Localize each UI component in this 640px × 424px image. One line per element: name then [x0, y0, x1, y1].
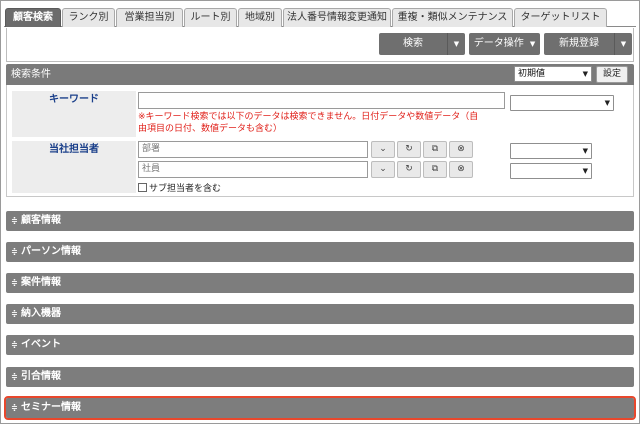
expand-icon: ≑	[11, 309, 18, 318]
keyword-warning-line1: ※キーワード検索では以下のデータは検索できません。日付データや数値データ（自	[138, 112, 479, 122]
refresh-icon: ↻	[405, 164, 413, 174]
checkbox-box[interactable]	[138, 183, 147, 192]
section-label: 案件情報	[21, 277, 61, 288]
expand-icon: ≑	[11, 278, 18, 287]
preset-select-value: 初期値	[518, 69, 546, 79]
section-installed-equipment[interactable]: ≑ 納入機器	[6, 304, 634, 324]
search-conditions-body: キーワード ※キーワード検索では以下のデータは検索できません。日付データや数値デ…	[6, 85, 634, 197]
data-ops-label: データ操作	[473, 38, 524, 49]
keyword-label: キーワード	[12, 91, 136, 137]
staff-reset-button[interactable]: ↻	[397, 161, 421, 178]
tab-corp-number-notice[interactable]: 法人番号情報変更通知	[283, 8, 391, 27]
keyword-mode-select[interactable]: ▼	[510, 95, 614, 111]
search-conditions-header: 検索条件 初期値 ▼ 設定	[6, 64, 634, 85]
search-button[interactable]: 検索 ▼	[379, 33, 465, 55]
section-label: 納入機器	[21, 308, 61, 319]
chevron-down-icon[interactable]: ▼	[447, 33, 465, 55]
tab-rank[interactable]: ランク別	[62, 8, 115, 27]
section-customer-info[interactable]: ≑ 顧客情報	[6, 211, 634, 231]
search-conditions-title: 検索条件	[11, 69, 51, 80]
chevron-down-icon[interactable]: ▼	[614, 33, 632, 55]
tab-duplicate-maintenance[interactable]: 重複・類似メンテナンス	[392, 8, 513, 27]
staff-mode-select[interactable]: ▼	[510, 163, 592, 179]
clear-icon: ⊗	[457, 164, 465, 174]
section-label: セミナー情報	[21, 402, 81, 413]
expand-icon: ≑	[11, 403, 18, 412]
expand-icon: ≑	[11, 216, 18, 225]
section-deal-info[interactable]: ≑ 案件情報	[6, 273, 634, 293]
new-register-label: 新規登録	[559, 38, 599, 49]
section-seminar-info[interactable]: ≑ セミナー情報	[4, 396, 636, 420]
refresh-icon: ↻	[405, 144, 413, 154]
expand-icon: ≑	[11, 372, 18, 381]
staff-clear-button[interactable]: ⊗	[449, 161, 473, 178]
tab-route[interactable]: ルート別	[184, 8, 237, 27]
search-button-label: 検索	[403, 38, 423, 49]
section-inquiry-info[interactable]: ≑ 引合情報	[6, 367, 634, 387]
toolbar: 検索 ▼ データ操作 ▼ 新規登録 ▼	[6, 28, 634, 62]
section-label: 顧客情報	[21, 215, 61, 226]
tab-customer-search[interactable]: 顧客検索	[5, 8, 61, 27]
expand-icon: ≑	[11, 247, 18, 256]
dept-reset-button[interactable]: ↻	[397, 141, 421, 158]
tab-target-list[interactable]: ターゲットリスト	[514, 8, 607, 27]
section-event[interactable]: ≑ イベント	[6, 335, 634, 355]
chevron-down-icon: ▼	[582, 70, 588, 78]
sub-owner-checkbox-label: サブ担当者を含む	[149, 184, 222, 194]
dept-dropdown-button[interactable]: ⌄	[371, 141, 395, 158]
staff-copy-button[interactable]: ⧉	[423, 161, 447, 178]
expand-icon: ≑	[11, 340, 18, 349]
copy-icon: ⧉	[431, 164, 439, 174]
tab-sales-rep[interactable]: 営業担当別	[116, 8, 183, 27]
sub-owner-checkbox[interactable]: サブ担当者を含む	[138, 181, 221, 194]
chevron-down-icon: ⌄	[379, 144, 387, 154]
department-input[interactable]: 部署	[138, 141, 368, 158]
section-label: 引合情報	[21, 371, 61, 382]
chevron-down-icon: ▼	[582, 167, 588, 175]
chevron-down-icon: ▼	[529, 40, 536, 48]
section-label: パーソン情報	[21, 246, 81, 257]
preset-select[interactable]: 初期値 ▼	[514, 66, 592, 82]
keyword-input[interactable]	[138, 92, 505, 109]
department-placeholder: 部署	[142, 144, 161, 154]
section-label: イベント	[21, 339, 61, 350]
new-register-button[interactable]: 新規登録 ▼	[544, 33, 632, 55]
chevron-down-icon: ▼	[604, 99, 610, 107]
owner-label: 当社担当者	[12, 141, 136, 193]
tab-bar: 顧客検索 ランク別 営業担当別 ルート別 地域別 法人番号情報変更通知 重複・類…	[4, 5, 636, 27]
tab-region[interactable]: 地域別	[238, 8, 282, 27]
staff-dropdown-button[interactable]: ⌄	[371, 161, 395, 178]
data-ops-button[interactable]: データ操作 ▼	[469, 33, 540, 55]
chevron-down-icon: ▼	[582, 147, 588, 155]
dept-mode-select[interactable]: ▼	[510, 143, 592, 159]
chevron-down-icon: ⌄	[379, 164, 387, 174]
dept-copy-button[interactable]: ⧉	[423, 141, 447, 158]
copy-icon: ⧉	[431, 144, 439, 154]
staff-placeholder: 社員	[142, 164, 161, 174]
app-frame: 顧客検索 ランク別 営業担当別 ルート別 地域別 法人番号情報変更通知 重複・類…	[0, 0, 640, 424]
keyword-warning-line2: 由項目の日付、数値データも含む）	[138, 124, 283, 134]
section-person-info[interactable]: ≑ パーソン情報	[6, 242, 634, 262]
dept-clear-button[interactable]: ⊗	[449, 141, 473, 158]
staff-input[interactable]: 社員	[138, 161, 368, 178]
clear-icon: ⊗	[457, 144, 465, 154]
settings-button[interactable]: 設定	[596, 66, 628, 83]
